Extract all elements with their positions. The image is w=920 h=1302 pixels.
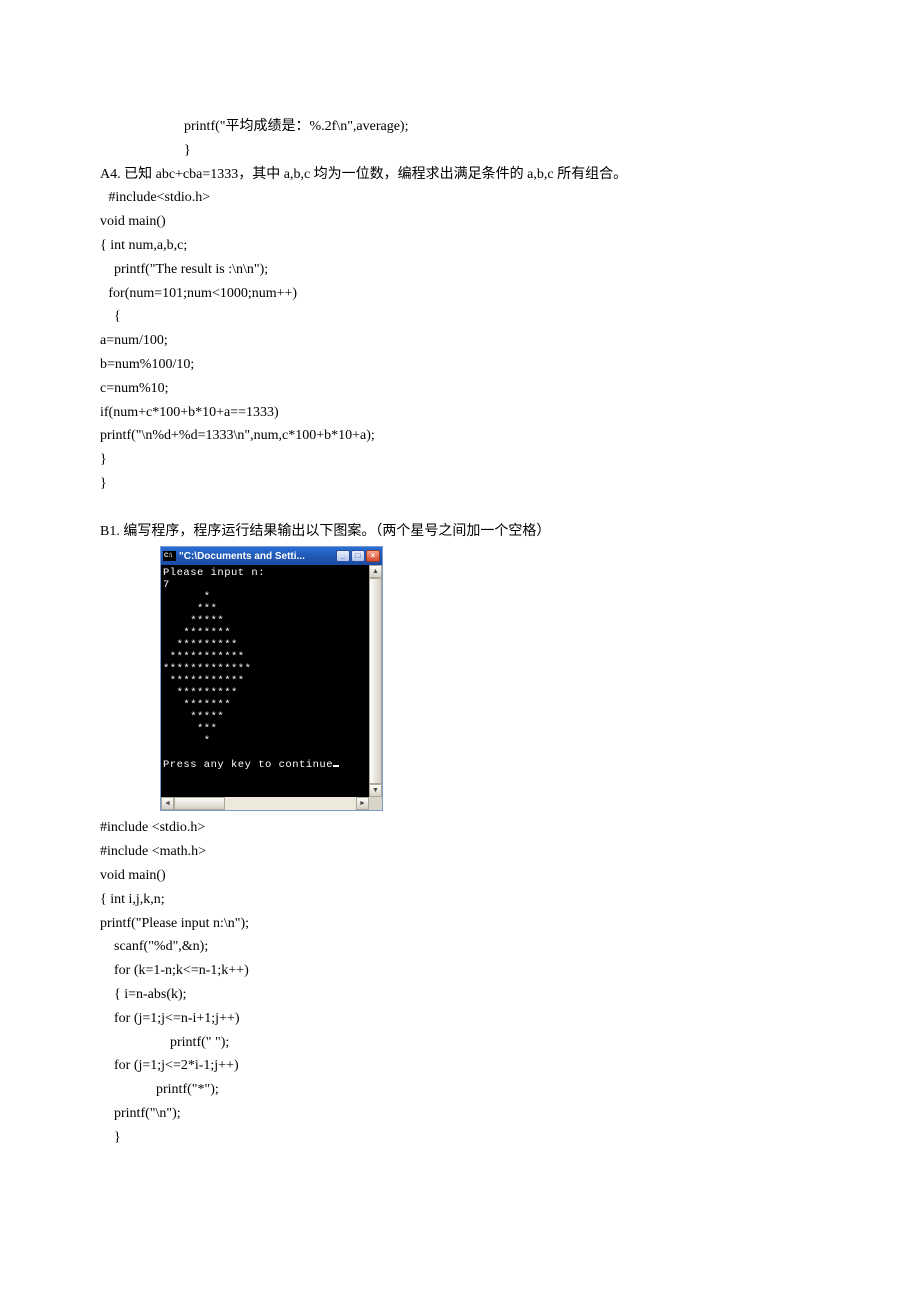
code-line: printf("*"); — [100, 1078, 820, 1102]
scrollbar-corner — [369, 797, 382, 810]
problem-b1-heading: B1. 编写程序，程序运行结果输出以下图案。（两个星号之间加一个空格） — [100, 520, 820, 544]
code-line: for (k=1-n;k<=n-1;k++) — [100, 959, 820, 983]
code-line: } — [100, 139, 820, 163]
code-line: } — [100, 1126, 820, 1150]
code-line: { int i,j,k,n; — [100, 888, 820, 912]
console-window: C:\ "C:\Documents and Setti... _ □ × Ple… — [160, 546, 383, 811]
code-line: void main() — [100, 210, 820, 234]
code-line: printf("The result is :\n\n"); — [100, 258, 820, 282]
window-titlebar: C:\ "C:\Documents and Setti... _ □ × — [161, 547, 382, 565]
scroll-right-button[interactable]: ► — [356, 797, 369, 810]
code-line: printf("平均成绩是：%.2f\n",average); — [100, 115, 820, 139]
code-line: c=num%10; — [100, 377, 820, 401]
minimize-button[interactable]: _ — [336, 550, 350, 562]
code-line: void main() — [100, 864, 820, 888]
window-title-text: "C:\Documents and Setti... — [179, 548, 336, 565]
code-line: scanf("%d",&n); — [100, 935, 820, 959]
scroll-track[interactable] — [174, 797, 356, 810]
text-cursor — [333, 765, 339, 767]
code-line: printf("\n%d+%d=1333\n",num,c*100+b*10+a… — [100, 424, 820, 448]
code-line: { int num,a,b,c; — [100, 234, 820, 258]
code-line: printf(" "); — [100, 1031, 820, 1055]
code-line: } — [100, 472, 820, 496]
code-line: if(num+c*100+b*10+a==1333) — [100, 401, 820, 425]
code-line: a=num/100; — [100, 329, 820, 353]
scroll-thumb[interactable] — [174, 797, 225, 810]
scroll-up-button[interactable]: ▲ — [369, 565, 382, 578]
console-output: Please input n: 7 * *** ***** ******* **… — [161, 565, 369, 797]
document-page: printf("平均成绩是：%.2f\n",average); } A4. 已知… — [0, 0, 920, 1250]
code-line: #include <stdio.h> — [100, 816, 820, 840]
code-line: for(num=101;num<1000;num++) — [100, 282, 820, 306]
code-line: printf("\n"); — [100, 1102, 820, 1126]
code-line: for (j=1;j<=n-i+1;j++) — [100, 1007, 820, 1031]
problem-a4-heading: A4. 已知 abc+cba=1333，其中 a,b,c 均为一位数，编程求出满… — [100, 163, 820, 187]
vertical-scrollbar[interactable]: ▲ ▼ — [369, 565, 382, 797]
code-line: for (j=1;j<=2*i-1;j++) — [100, 1054, 820, 1078]
code-line: #include <math.h> — [100, 840, 820, 864]
scroll-thumb[interactable] — [369, 578, 382, 784]
maximize-button[interactable]: □ — [351, 550, 365, 562]
code-line: #include<stdio.h> — [100, 186, 820, 210]
code-line: } — [100, 448, 820, 472]
cmd-icon: C:\ — [163, 551, 176, 561]
scroll-down-button[interactable]: ▼ — [369, 784, 382, 797]
horizontal-scrollbar[interactable]: ◄ ► — [161, 797, 382, 810]
code-line: printf("Please input n:\n"); — [100, 912, 820, 936]
code-line: { i=n-abs(k); — [100, 983, 820, 1007]
code-line: b=num%100/10; — [100, 353, 820, 377]
code-line: { — [100, 305, 820, 329]
scroll-left-button[interactable]: ◄ — [161, 797, 174, 810]
close-button[interactable]: × — [366, 550, 380, 562]
scroll-track[interactable] — [369, 578, 382, 784]
